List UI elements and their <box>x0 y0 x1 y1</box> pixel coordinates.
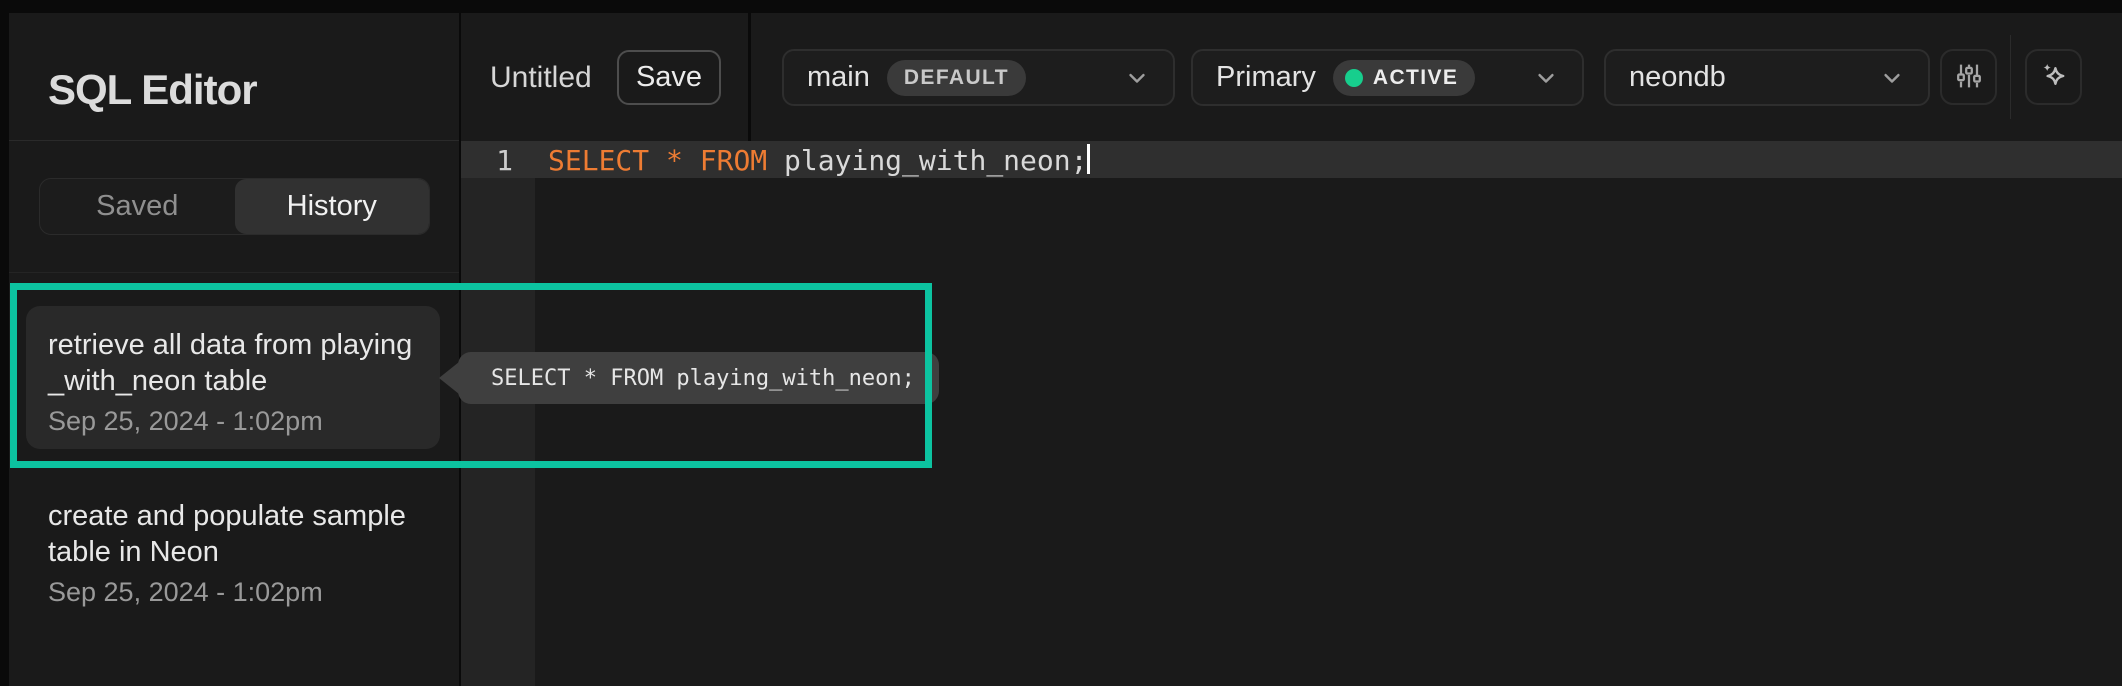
sidebar: SQL Editor Saved History retrieve all da… <box>9 13 459 686</box>
line-number-gutter <box>461 141 535 686</box>
sidebar-header-divider <box>9 140 459 141</box>
database-select[interactable]: neondb <box>1604 49 1930 106</box>
editor-active-line[interactable]: 1 SELECT * FROM playing_with_neon; <box>461 141 2122 178</box>
query-preview-tooltip: SELECT * FROM playing_with_neon; <box>458 352 939 404</box>
sidebar-tabs-divider <box>9 272 459 273</box>
branch-select-value: main <box>807 61 870 94</box>
compute-status-label: ACTIVE <box>1373 66 1458 90</box>
header-icon-divider <box>2010 35 2011 119</box>
history-item[interactable]: create and populate sample table in Neon… <box>26 478 440 628</box>
tab-saved-label: Saved <box>96 190 178 223</box>
sql-editor-screen: SQL Editor Saved History retrieve all da… <box>0 0 2122 686</box>
editor-settings-button[interactable] <box>1940 49 1997 105</box>
editor-panel: Untitled Save main DEFAULT Primary ACTIV… <box>461 13 2122 686</box>
history-item-selected[interactable]: retrieve all data from playing_with_neon… <box>26 306 440 449</box>
database-select-value: neondb <box>1629 61 1726 94</box>
tooltip-arrow <box>439 362 459 394</box>
branch-default-badge: DEFAULT <box>887 60 1026 96</box>
chevron-down-icon <box>1532 64 1560 92</box>
tab-saved[interactable]: Saved <box>40 179 235 234</box>
history-item-title: retrieve all data from playing_with_neon… <box>48 327 418 399</box>
compute-status-badge: ACTIVE <box>1333 60 1475 96</box>
sparkle-icon <box>2037 59 2071 96</box>
text-cursor <box>1087 144 1090 174</box>
history-item-timestamp: Sep 25, 2024 - 1:02pm <box>48 577 418 608</box>
line-number: 1 <box>461 144 513 177</box>
save-button[interactable]: Save <box>617 50 721 105</box>
sql-code-line[interactable]: SELECT * FROM playing_with_neon; <box>548 144 1090 177</box>
chevron-down-icon <box>1123 64 1151 92</box>
branch-select[interactable]: main DEFAULT <box>782 49 1175 106</box>
sliders-icon <box>1953 60 1985 95</box>
page-title: SQL Editor <box>48 66 257 114</box>
chevron-down-icon <box>1878 64 1906 92</box>
compute-select[interactable]: Primary ACTIVE <box>1191 49 1584 106</box>
query-title: Untitled <box>490 61 592 95</box>
header-column-divider <box>748 13 751 141</box>
active-status-dot-icon <box>1345 69 1363 87</box>
ai-assistant-button[interactable] <box>2025 49 2082 105</box>
history-item-title: create and populate sample table in Neon <box>48 498 418 570</box>
tab-history-label: History <box>287 190 377 223</box>
tab-history[interactable]: History <box>235 179 430 234</box>
saved-history-tabs: Saved History <box>39 178 430 235</box>
history-item-timestamp: Sep 25, 2024 - 1:02pm <box>48 406 418 437</box>
compute-select-value: Primary <box>1216 61 1316 94</box>
